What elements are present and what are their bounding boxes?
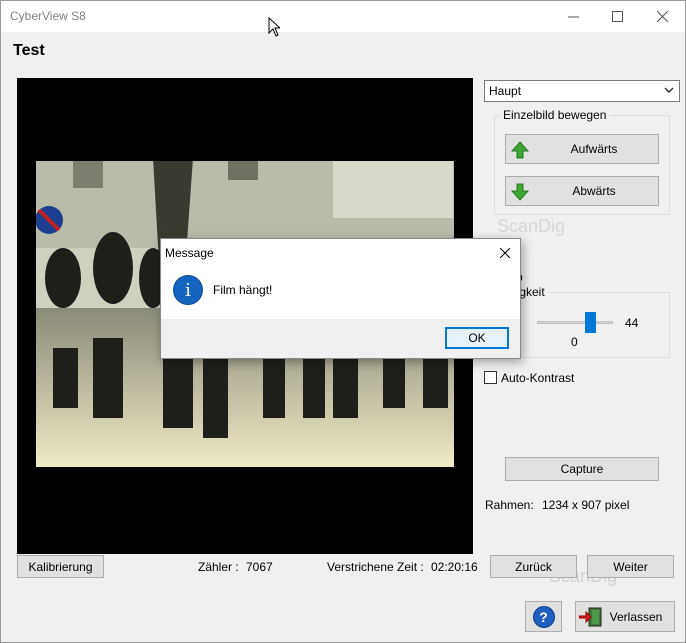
- watermark-text: ScanDig: [497, 216, 566, 236]
- help-icon: ?: [532, 605, 555, 628]
- dialog-title: Message: [165, 246, 214, 260]
- mode-select[interactable]: Haupt: [484, 80, 680, 102]
- info-icon: i: [173, 275, 203, 305]
- dialog-close-button[interactable]: [490, 239, 520, 267]
- exit-button[interactable]: Verlassen: [575, 601, 675, 632]
- auto-contrast-label: Auto-Kontrast: [501, 371, 575, 385]
- minimize-icon: [567, 16, 579, 18]
- dialog-ok-label: OK: [468, 331, 486, 345]
- capture-label: Capture: [560, 462, 604, 476]
- calibrate-label: Kalibrierung: [28, 559, 93, 574]
- auto-contrast-checkbox[interactable]: [484, 371, 497, 384]
- page-title: Test: [13, 42, 45, 59]
- title-bar: CyberView S8: [1, 1, 685, 32]
- close-button[interactable]: [639, 1, 685, 32]
- mouse-cursor-icon: [268, 17, 280, 37]
- maximize-icon: [611, 11, 623, 22]
- dialog-title-bar: Message: [161, 239, 520, 267]
- next-button[interactable]: Weiter: [587, 555, 674, 578]
- app-window: CyberView S8 Test ScanDig ScanDig Haupt …: [0, 0, 686, 643]
- elapsed-label: Verstrichene Zeit :: [327, 560, 424, 574]
- move-up-button[interactable]: Aufwärts: [505, 134, 659, 164]
- counter-value: 7067: [246, 560, 273, 574]
- dialog-message: Film hängt!: [213, 283, 273, 297]
- mode-select-value: Haupt: [489, 84, 522, 98]
- move-frame-group-label: Einzelbild bewegen: [500, 108, 610, 122]
- capture-button[interactable]: Capture: [505, 457, 659, 481]
- frame-info-value: 1234 x 907 pixel: [542, 498, 630, 512]
- exit-label: Verlassen: [609, 609, 663, 624]
- window-title: CyberView S8: [10, 9, 86, 23]
- move-down-label: Abwärts: [572, 184, 616, 198]
- close-icon: [656, 11, 668, 22]
- help-button[interactable]: ?: [525, 601, 562, 632]
- brightness-zero-label: 0: [571, 335, 578, 349]
- arrow-down-icon: [511, 183, 529, 201]
- calibrate-button[interactable]: Kalibrierung: [17, 555, 104, 578]
- dialog-ok-button[interactable]: OK: [445, 327, 509, 349]
- next-label: Weiter: [613, 559, 648, 574]
- back-label: Zurück: [515, 559, 552, 574]
- frame-info-label: Rahmen:: [485, 498, 534, 512]
- maximize-button[interactable]: [594, 1, 640, 32]
- move-down-button[interactable]: Abwärts: [505, 176, 659, 206]
- brightness-slider-thumb[interactable]: [585, 312, 596, 333]
- brightness-value: 44: [625, 316, 639, 330]
- chevron-down-icon: [664, 87, 674, 94]
- back-button[interactable]: Zurück: [490, 555, 577, 578]
- close-icon: [500, 248, 510, 258]
- elapsed-value: 02:20:16: [431, 560, 478, 574]
- exit-door-icon: [579, 607, 602, 627]
- move-up-label: Aufwärts: [570, 142, 618, 156]
- dialog-body: i Film hängt!: [161, 267, 520, 319]
- arrow-up-icon: [511, 141, 529, 159]
- counter-label: Zähler :: [198, 560, 239, 574]
- brightness-slider-track[interactable]: [537, 321, 613, 324]
- message-dialog: Message i Film hängt! OK: [160, 238, 521, 359]
- minimize-button[interactable]: [550, 1, 596, 32]
